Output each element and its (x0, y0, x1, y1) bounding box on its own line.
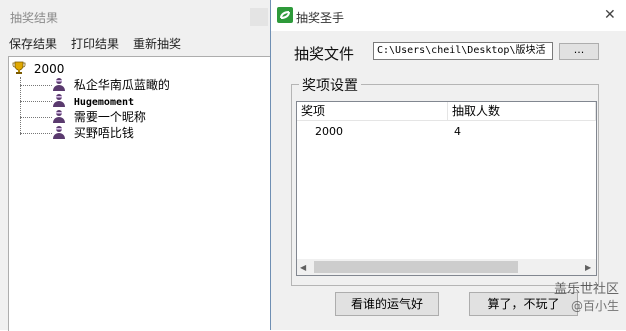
app-logo-icon (277, 7, 293, 23)
tree-connector (20, 117, 52, 118)
watermark-site: 盖乐世社区 (553, 282, 619, 297)
winner-name: 需要一个昵称 (73, 110, 146, 124)
prize-list[interactable]: 奖项 抽取人数 2000 4 ◀ ▶ (296, 101, 597, 276)
window-control-button[interactable] (250, 8, 268, 26)
watermark-author: @百小生 (570, 299, 619, 313)
menu-redraw[interactable]: 重新抽奖 (133, 35, 181, 52)
dialog-title: 抽奖圣手 (296, 11, 345, 25)
column-header-prize[interactable]: 奖项 (297, 102, 448, 121)
person-icon (53, 126, 65, 139)
tree-root-label: 2000 (33, 62, 65, 76)
tree-winner-node[interactable]: 买野唔比钱 (52, 125, 134, 141)
tree-winner-node[interactable]: 需要一个昵称 (52, 109, 146, 125)
winner-name: Hugemoment (73, 97, 135, 108)
tree-connector (20, 101, 52, 102)
results-window: 抽奖结果 保存结果 打印结果 重新抽奖 2000 私企华南瓜蓝瞰的 Hugemo… (0, 0, 271, 331)
close-icon[interactable]: ✕ (604, 8, 616, 22)
menu-save-results[interactable]: 保存结果 (9, 35, 57, 52)
results-tree[interactable]: 2000 私企华南瓜蓝瞰的 Hugemoment 需要一个昵称 买野唔比钱 (8, 56, 271, 331)
count-cell: 4 (454, 125, 461, 138)
scroll-left-icon[interactable]: ◀ (300, 263, 306, 272)
file-path-field[interactable]: C:\Users\cheil\Desktop\版块活 (373, 42, 553, 60)
person-icon (53, 110, 65, 123)
tree-connector (20, 133, 52, 134)
person-icon (53, 94, 65, 107)
browse-button[interactable]: ... (559, 43, 599, 60)
watermark: 盖乐世社区 @百小生 (535, 278, 619, 314)
horizontal-scrollbar[interactable]: ◀ ▶ (297, 259, 596, 275)
winner-name: 私企华南瓜蓝瞰的 (73, 78, 170, 92)
trophy-icon (12, 61, 26, 74)
scroll-right-icon[interactable]: ▶ (585, 263, 591, 272)
prize-settings-title: 奖项设置 (299, 75, 361, 95)
menu-bar: 保存结果 打印结果 重新抽奖 (0, 32, 270, 52)
column-header-count[interactable]: 抽取人数 (448, 102, 596, 121)
scrollbar-thumb[interactable] (314, 261, 518, 273)
dialog-titlebar[interactable]: 抽奖圣手 ✕ (271, 0, 626, 31)
person-icon (53, 78, 65, 91)
tree-connector (20, 85, 52, 86)
draw-button[interactable]: 看谁的运气好 (335, 292, 439, 316)
tree-root-node[interactable]: 2000 (12, 61, 64, 77)
winner-name: 买野唔比钱 (73, 126, 134, 140)
tree-winner-node[interactable]: 私企华南瓜蓝瞰的 (52, 77, 170, 93)
file-label: 抽奖文件 (294, 45, 355, 63)
list-row[interactable]: 2000 4 (297, 123, 596, 139)
menu-print-results[interactable]: 打印结果 (71, 35, 119, 52)
lottery-dialog: 抽奖圣手 ✕ 抽奖文件 C:\Users\cheil\Desktop\版块活 .… (270, 0, 626, 330)
results-window-title: 抽奖结果 (10, 11, 59, 25)
prize-cell: 2000 (315, 125, 343, 138)
tree-winner-node[interactable]: Hugemoment (52, 93, 134, 109)
